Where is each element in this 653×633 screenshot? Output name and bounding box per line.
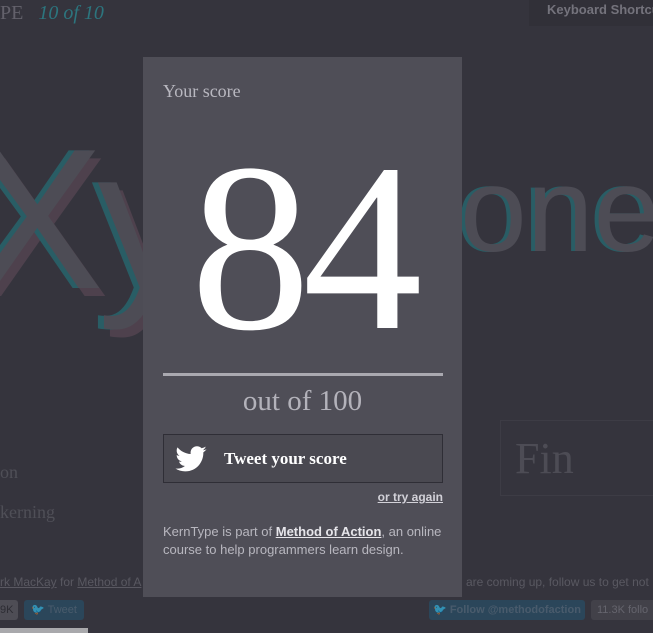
score-divider xyxy=(163,373,443,376)
about-text: KernType is part of Method of Action, an… xyxy=(163,523,443,559)
about-prefix: KernType is part of xyxy=(163,524,276,539)
score-value: 84 xyxy=(190,114,423,380)
method-of-action-link[interactable]: Method of Action xyxy=(276,524,382,539)
score-out-of: out of 100 xyxy=(242,385,363,417)
tweet-score-button[interactable]: Tweet your score xyxy=(163,434,443,483)
try-again-link[interactable]: or try again xyxy=(378,490,443,504)
tweet-score-label: Tweet your score xyxy=(224,449,347,468)
score-modal: Your score 84 out of 100 Tweet your scor… xyxy=(143,57,462,597)
twitter-bird-icon xyxy=(175,446,207,472)
score-label: Your score xyxy=(163,81,241,101)
